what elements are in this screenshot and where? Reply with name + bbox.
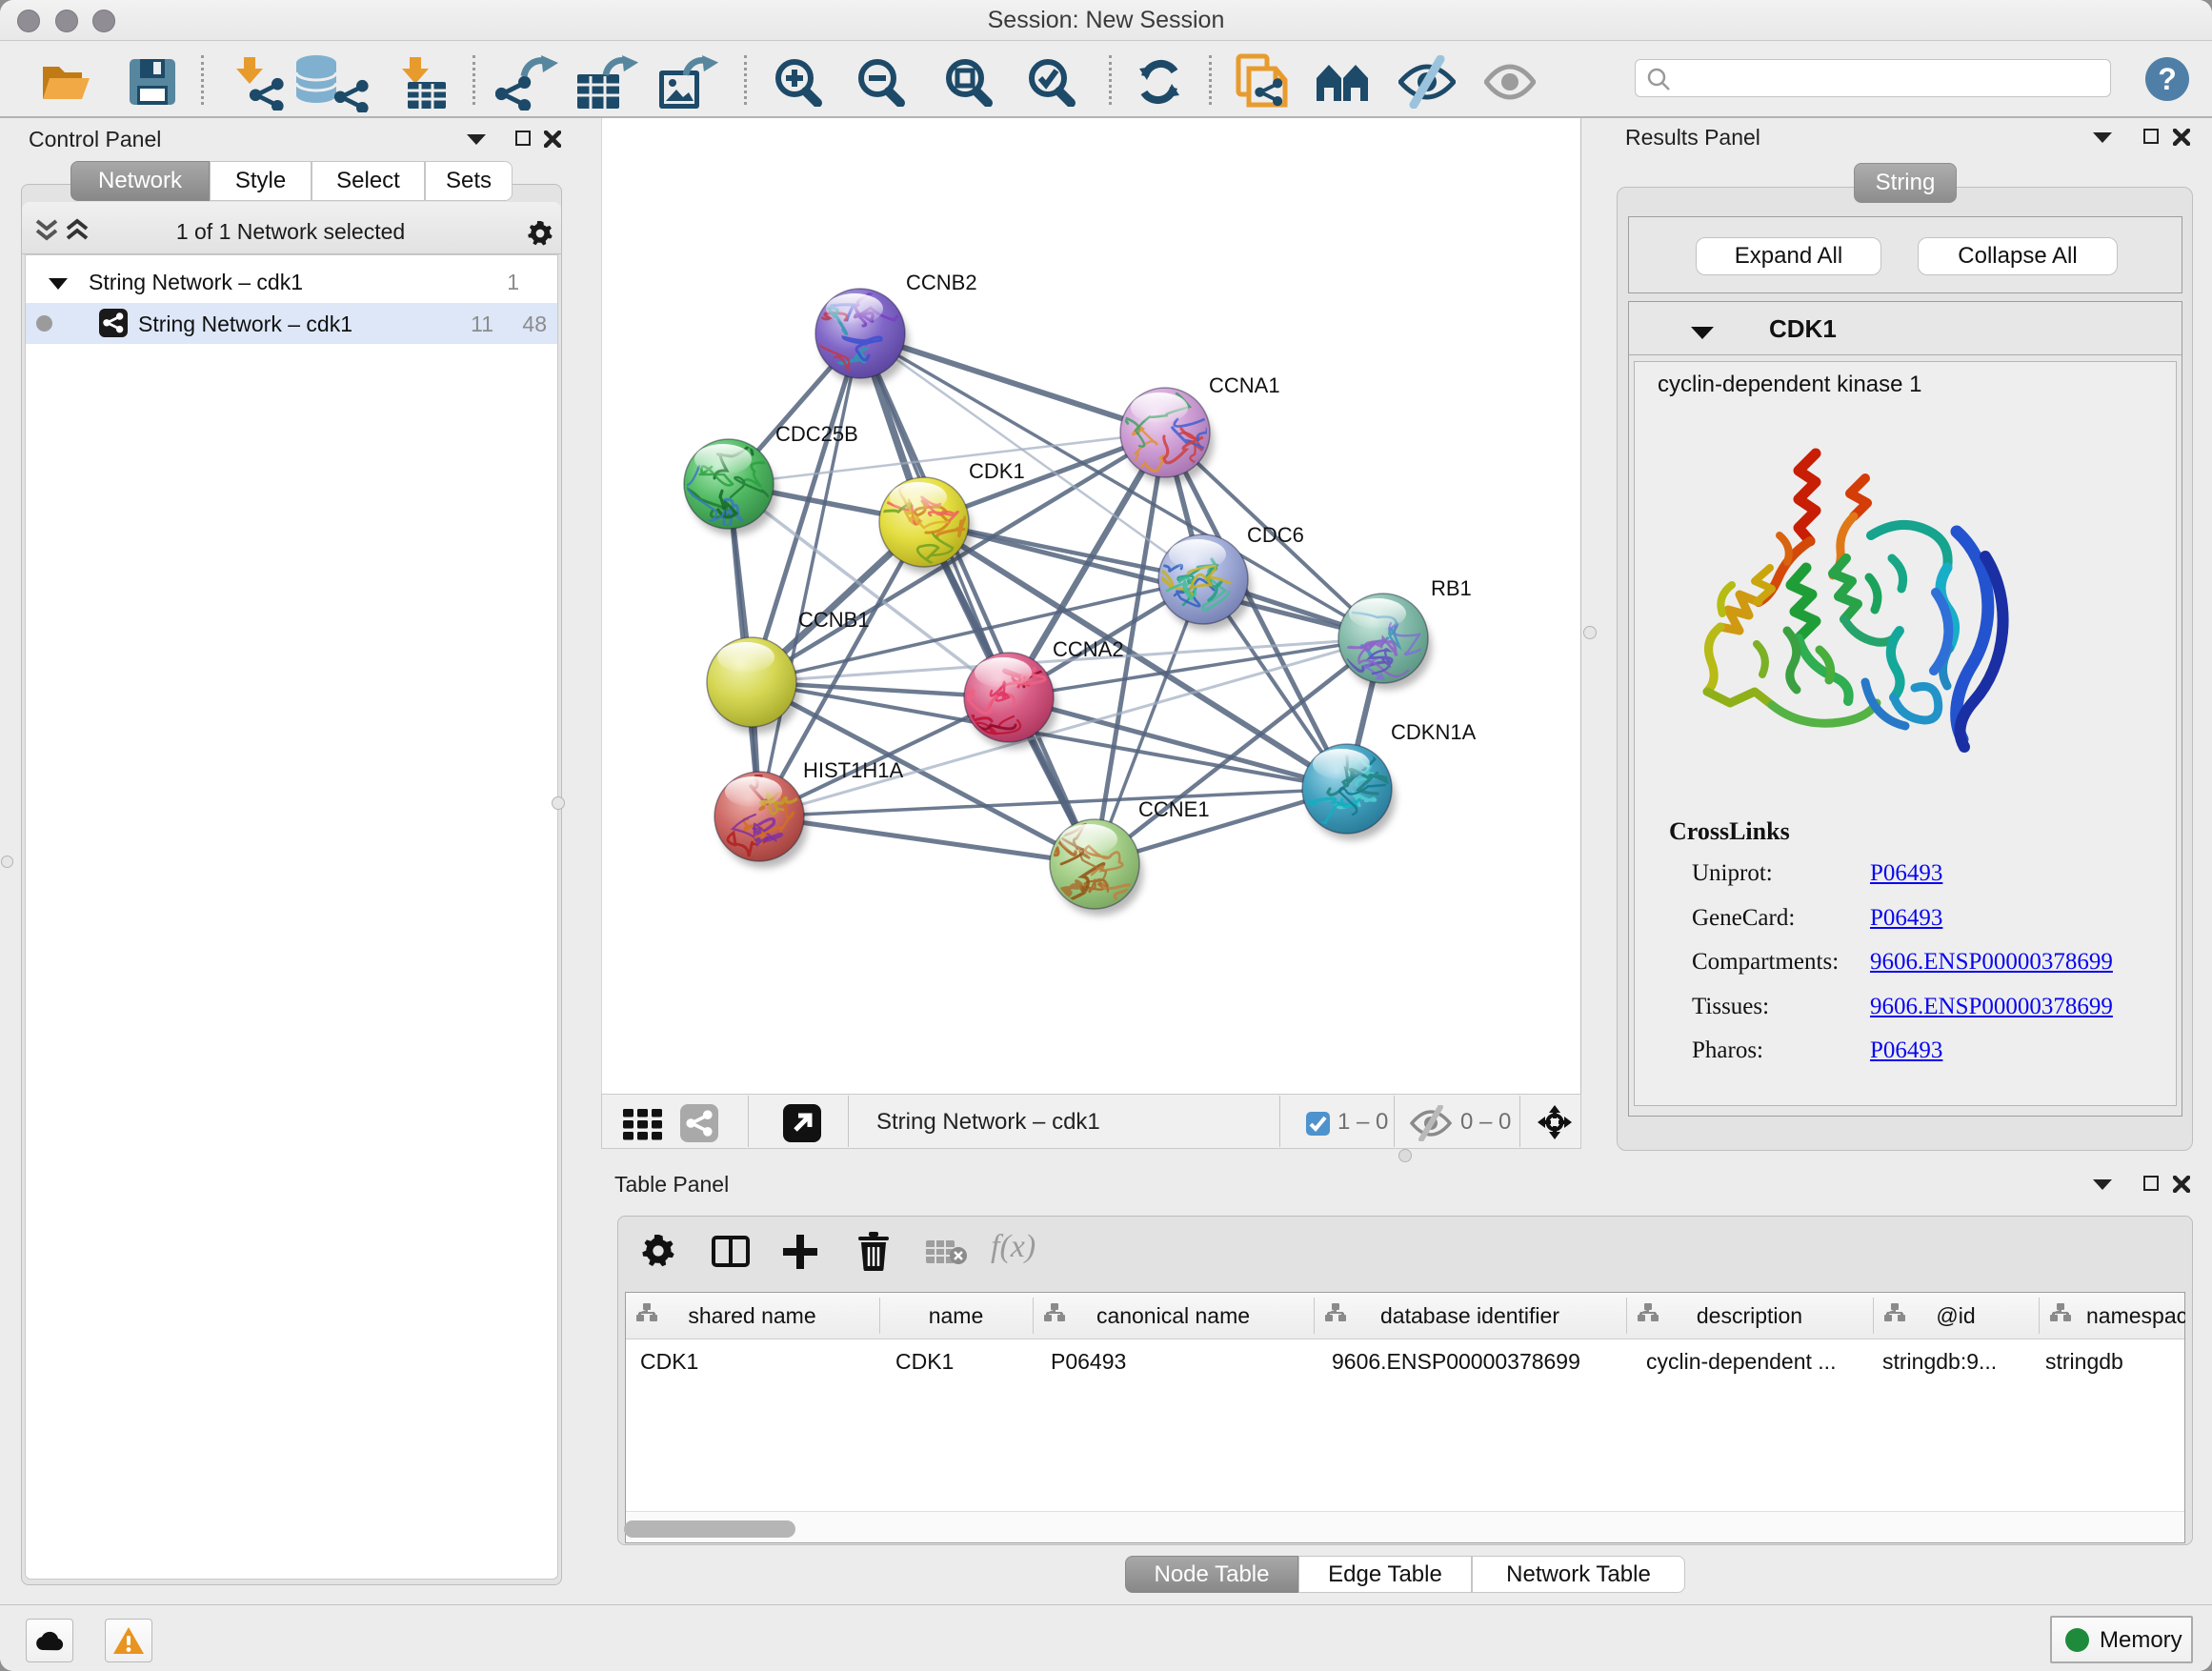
svg-text:CCNE1: CCNE1 [1138, 797, 1210, 821]
svg-text:CCNA1: CCNA1 [1209, 373, 1280, 397]
svg-text:CDC25B: CDC25B [775, 422, 858, 446]
svg-text:CCNA2: CCNA2 [1053, 637, 1124, 661]
svg-text:CCNB2: CCNB2 [906, 271, 977, 294]
svg-text:HIST1H1A: HIST1H1A [803, 758, 903, 782]
svg-text:CCNB1: CCNB1 [798, 608, 870, 632]
svg-text:RB1: RB1 [1431, 576, 1472, 600]
svg-text:CDK1: CDK1 [969, 459, 1025, 483]
svg-text:CDKN1A: CDKN1A [1391, 720, 1477, 744]
svg-text:CDC6: CDC6 [1247, 523, 1304, 547]
